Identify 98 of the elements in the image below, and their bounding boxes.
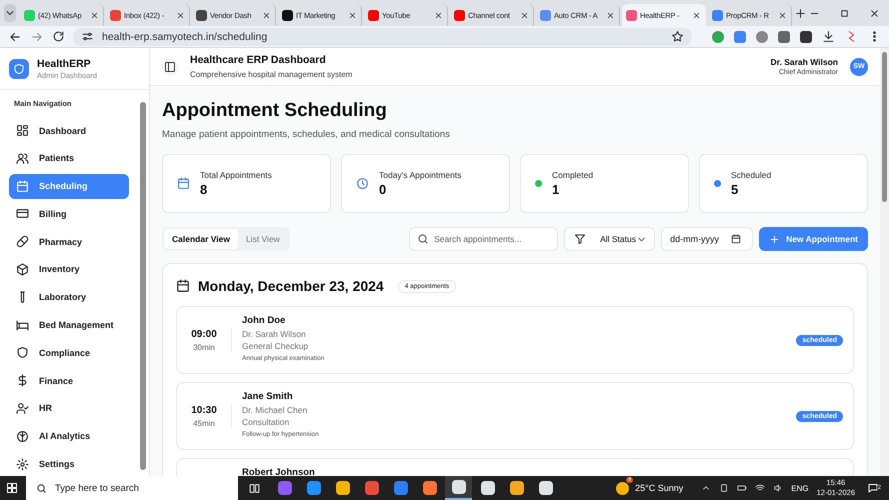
calendar-icon	[16, 180, 29, 193]
sidebar-item[interactable]: HR	[9, 396, 129, 421]
sidebar-item[interactable]: Patients	[9, 146, 129, 171]
page-subtitle: Manage patient appointments, schedules, and medical consultations	[162, 129, 451, 140]
close-icon[interactable]	[869, 8, 880, 18]
date-field[interactable]: dd-mm-yyyy	[661, 227, 754, 251]
pill-icon	[16, 235, 29, 248]
tab-search-button[interactable]	[4, 4, 16, 22]
sidebar-item[interactable]: Laboratory	[9, 284, 129, 310]
speaker-icon[interactable]	[773, 483, 784, 493]
view-tab[interactable]: List View	[238, 229, 288, 249]
status-dropdown[interactable]: All Status	[564, 227, 656, 251]
site-info-icon	[81, 30, 94, 43]
card-icon	[16, 207, 29, 220]
appointment-time: 09:00	[190, 328, 218, 340]
close-icon[interactable]	[778, 10, 787, 20]
sidebar-item[interactable]: Scheduling	[9, 174, 129, 199]
battery-icon[interactable]	[737, 483, 748, 493]
address-bar[interactable]: health-erp.samyotech.in/scheduling	[73, 28, 692, 46]
extension-icon[interactable]	[800, 30, 812, 42]
search-icon	[417, 233, 430, 245]
taskbar-search-field[interactable]: Type here to search	[26, 476, 238, 500]
sidebar-item[interactable]: Dashboard	[9, 118, 129, 143]
close-icon[interactable]	[520, 10, 529, 20]
close-icon[interactable]	[692, 10, 701, 20]
panel-icon	[164, 60, 176, 72]
stat-label: Scheduled	[731, 170, 772, 180]
appointment-duration: 45min	[192, 418, 216, 428]
plus-icon[interactable]	[794, 6, 807, 20]
device-icon[interactable]	[719, 483, 730, 493]
close-icon[interactable]	[262, 10, 271, 20]
stat-value: 0	[379, 182, 388, 197]
day-heading: Monday, December 23, 2024	[198, 278, 384, 294]
sidebar-item[interactable]: Bed Management	[9, 312, 129, 338]
calendar-icon	[176, 279, 190, 293]
download-icon[interactable]	[822, 30, 835, 43]
box-icon	[16, 262, 29, 276]
weather-text: 25°C Sunny	[635, 483, 684, 493]
sidebar-item[interactable]: Settings	[9, 452, 129, 476]
appointment-time: 10:30	[190, 404, 218, 416]
new-appointment-button[interactable]: New Appointment	[759, 227, 868, 251]
calendar-icon	[177, 177, 190, 190]
doctor-name: Dr. Sarah Wilson	[242, 329, 307, 339]
close-icon[interactable]	[434, 10, 443, 20]
sidebar-item[interactable]: Billing	[9, 201, 129, 226]
patient-name: Robert Johnson	[242, 467, 316, 476]
sidebar-item[interactable]: Finance	[9, 368, 129, 394]
sidebar-item[interactable]: Pharmacy	[9, 229, 129, 254]
close-icon[interactable]	[348, 10, 357, 20]
language-indicator[interactable]: ENG	[791, 484, 809, 492]
task-view-icon[interactable]	[248, 482, 261, 494]
dollar-icon	[16, 374, 29, 388]
reload-icon[interactable]	[52, 30, 65, 43]
windows-logo-icon[interactable]	[6, 482, 18, 494]
sidebar-item[interactable]: Inventory	[9, 256, 129, 282]
shield-icon	[16, 346, 29, 360]
sidebar-toggle-button[interactable]	[162, 58, 178, 74]
logo-icon	[9, 58, 29, 78]
appointment-type: Consultation	[242, 417, 290, 427]
close-icon[interactable]	[90, 10, 99, 20]
extension-icon[interactable]	[778, 30, 790, 42]
user-name: Dr. Sarah Wilson	[770, 57, 838, 67]
patient-name: Jane Smith	[242, 391, 294, 402]
taskbar-app-icon[interactable]	[445, 476, 472, 500]
stat-value: 1	[552, 182, 560, 197]
grid-icon	[16, 124, 29, 137]
stat-value: 5	[731, 182, 740, 197]
wifi-icon[interactable]	[755, 483, 766, 493]
users-icon	[16, 152, 29, 165]
sidebar-item[interactable]: AI Analytics	[9, 424, 129, 449]
user-check-icon	[16, 402, 29, 415]
appointment-type: General Checkup	[242, 341, 310, 351]
doctor-name: Dr. Michael Chen	[242, 405, 308, 415]
close-icon[interactable]	[606, 10, 615, 20]
stat-label: Completed	[552, 170, 594, 180]
clock-icon	[356, 177, 369, 190]
page-title: Appointment Scheduling	[162, 100, 388, 122]
app-title: Healthcare ERP Dashboard	[190, 54, 327, 66]
maximize-icon[interactable]	[839, 8, 850, 18]
stat-label: Total Appointments	[200, 170, 272, 180]
view-tab[interactable]: Calendar View	[164, 229, 238, 249]
sidebar-item[interactable]: Compliance	[9, 340, 129, 366]
stat-value: 8	[200, 182, 208, 197]
search-field[interactable]: Search appointments...	[409, 227, 558, 251]
star-icon[interactable]	[671, 30, 684, 43]
calendar-icon	[731, 234, 742, 244]
search-icon	[36, 482, 47, 494]
close-icon[interactable]	[176, 10, 185, 20]
brand-name: HealthERP	[37, 58, 92, 70]
appointment-duration: 30min	[192, 342, 216, 352]
patient-name: John Doe	[242, 315, 286, 326]
scrollbar[interactable]	[880, 48, 889, 476]
plus-icon	[769, 234, 780, 244]
bed-icon	[16, 318, 29, 332]
app-subtitle: Comprehensive hospital management system	[190, 70, 354, 79]
filter-icon	[574, 233, 586, 245]
stat-label: Today's Appointments	[379, 170, 462, 180]
chat-icon	[867, 482, 879, 494]
